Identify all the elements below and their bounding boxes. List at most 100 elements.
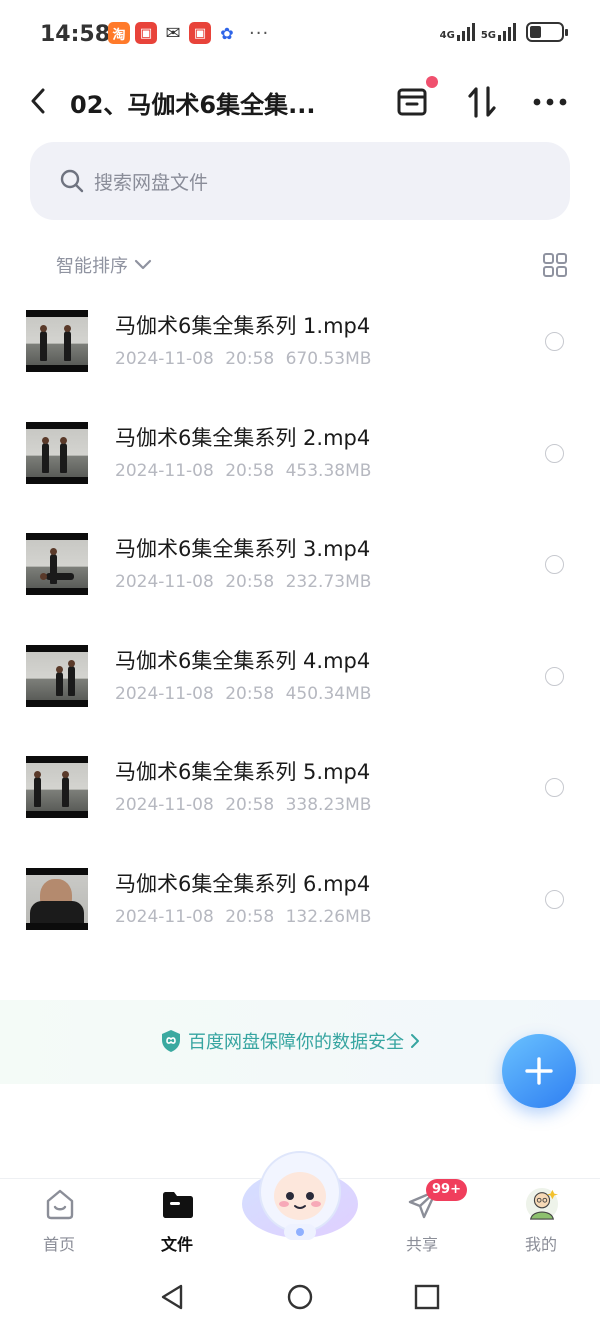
thumbnail-scene (26, 317, 88, 365)
nav-mine[interactable]: 我的 (501, 1179, 581, 1263)
torso (30, 900, 84, 923)
file-time: 20:58 (225, 683, 275, 704)
signal-4g: 4G (440, 23, 475, 41)
thumbnail-scene (26, 874, 88, 923)
figure (42, 436, 49, 473)
select-circle[interactable] (545, 555, 564, 574)
file-time: 20:58 (225, 460, 275, 481)
select-circle[interactable] (545, 332, 564, 351)
network-label: 4G (439, 30, 455, 41)
nav-label-share: 共享 (405, 1235, 438, 1254)
sort-transfer-button[interactable] (462, 82, 502, 122)
file-name: 马伽术6集全集系列 1.mp4 (115, 314, 371, 338)
more-dots-icon (533, 98, 567, 106)
chevron-right-icon (411, 1034, 419, 1048)
folder-icon (161, 1187, 195, 1221)
figure (40, 573, 74, 580)
select-circle[interactable] (545, 778, 564, 797)
file-meta: 2024-11-08 20:58 132.26MB (115, 907, 371, 927)
system-recents-button[interactable] (410, 1280, 444, 1314)
figure (64, 325, 71, 361)
mascot-assistant-button[interactable] (240, 1146, 360, 1244)
file-date: 2024-11-08 (115, 349, 214, 369)
search-icon (60, 169, 84, 193)
avatar (525, 1187, 559, 1221)
battery-level (530, 26, 541, 38)
file-row[interactable]: 马伽术6集全集系列 3.mp4 2024-11-08 20:58 232.73M… (0, 519, 600, 631)
file-date: 2024-11-08 (115, 683, 214, 704)
share-badge: 99+ (426, 1179, 467, 1201)
notification-icons: 淘 ▣ ✉ ▣ ✿ ··· (108, 22, 269, 44)
chevron-left-icon (31, 88, 45, 114)
video-thumbnail (26, 756, 88, 818)
search-input[interactable]: 搜索网盘文件 (30, 142, 570, 220)
home-icon (43, 1187, 77, 1221)
video-thumbnail (26, 310, 88, 372)
file-row[interactable]: 马伽术6集全集系列 6.mp4 2024-11-08 20:58 132.26M… (0, 854, 600, 966)
more-notifications-icon: ··· (249, 22, 270, 44)
search-placeholder: 搜索网盘文件 (94, 171, 209, 194)
shield-icon (162, 1030, 180, 1052)
file-size: 450.34MB (285, 683, 372, 704)
file-name: 马伽术6集全集系列 5.mp4 (115, 760, 371, 784)
file-name: 马伽术6集全集系列 6.mp4 (115, 871, 371, 896)
nav-share[interactable]: 99+ 共享 (382, 1179, 467, 1263)
circle-home-icon (287, 1284, 313, 1310)
app-red-icon: ▣ (189, 22, 211, 44)
select-circle[interactable] (545, 666, 564, 686)
system-status: 4G 5G (440, 22, 568, 42)
video-thumbnail (26, 867, 88, 930)
file-row[interactable]: 马伽术6集全集系列 4.mp4 2024-11-08 20:58 450.34M… (0, 631, 600, 743)
thumbnail-scene (26, 763, 88, 811)
security-text: 百度网盘保障你的数据安全 (188, 1032, 404, 1053)
square-recents-icon (414, 1284, 440, 1310)
nav-home[interactable]: 首页 (19, 1179, 99, 1263)
sort-label: 智能排序 (56, 256, 128, 277)
select-circle[interactable] (545, 443, 564, 463)
select-circle[interactable] (545, 889, 564, 909)
add-button[interactable] (502, 1034, 576, 1108)
baidu-paw-icon: ✿ (216, 22, 238, 44)
app-red-icon: ▣ (135, 22, 157, 44)
file-name: 马伽术6集全集系列 3.mp4 (115, 537, 371, 561)
file-time: 20:58 (225, 349, 275, 369)
taobao-icon: 淘 (108, 22, 130, 44)
transfer-box-button[interactable] (392, 76, 438, 122)
signal-bars-icon (498, 23, 516, 41)
up-down-arrows-icon (468, 86, 496, 118)
thumbnail-scene (26, 540, 88, 588)
sort-dropdown[interactable]: 智能排序 (56, 252, 152, 278)
nav-files[interactable]: 文件 (137, 1179, 217, 1263)
page-title: 02、马伽术6集全集... (70, 91, 316, 119)
figure (62, 771, 69, 807)
figure (60, 436, 67, 473)
nav-label-files: 文件 (160, 1235, 193, 1254)
file-date: 2024-11-08 (115, 906, 214, 927)
file-row[interactable]: 马伽术6集全集系列 1.mp4 2024-11-08 20:58 670.53M… (0, 296, 600, 408)
figure (40, 325, 47, 361)
figure (34, 771, 41, 807)
nav-label-mine: 我的 (524, 1235, 557, 1254)
file-row[interactable]: 马伽术6集全集系列 5.mp4 2024-11-08 20:58 338.23M… (0, 742, 600, 854)
more-button[interactable] (530, 82, 570, 122)
system-back-button[interactable] (155, 1280, 189, 1314)
file-date: 2024-11-08 (115, 460, 214, 481)
file-name: 马伽术6集全集系列 2.mp4 (115, 425, 371, 450)
figure (68, 659, 75, 696)
file-meta: 2024-11-08 20:58 232.73MB (115, 572, 371, 592)
system-home-button[interactable] (283, 1280, 317, 1314)
astronaut-mascot-icon (242, 1151, 358, 1240)
file-size: 338.23MB (285, 795, 372, 815)
nav-label-home: 首页 (42, 1235, 75, 1254)
signal-bars-icon (456, 23, 475, 41)
plus-icon (525, 1057, 553, 1085)
file-date: 2024-11-08 (115, 572, 214, 592)
signal-5g: 5G (481, 23, 516, 41)
grid-view-button[interactable] (542, 252, 568, 278)
status-time: 14:58 (40, 22, 111, 47)
file-meta: 2024-11-08 20:58 450.34MB (115, 684, 371, 704)
thumbnail-scene (26, 651, 88, 700)
file-row[interactable]: 马伽术6集全集系列 2.mp4 2024-11-08 20:58 453.38M… (0, 408, 600, 520)
back-button[interactable] (24, 86, 52, 116)
security-banner[interactable]: 百度网盘保障你的数据安全 (160, 1028, 420, 1054)
